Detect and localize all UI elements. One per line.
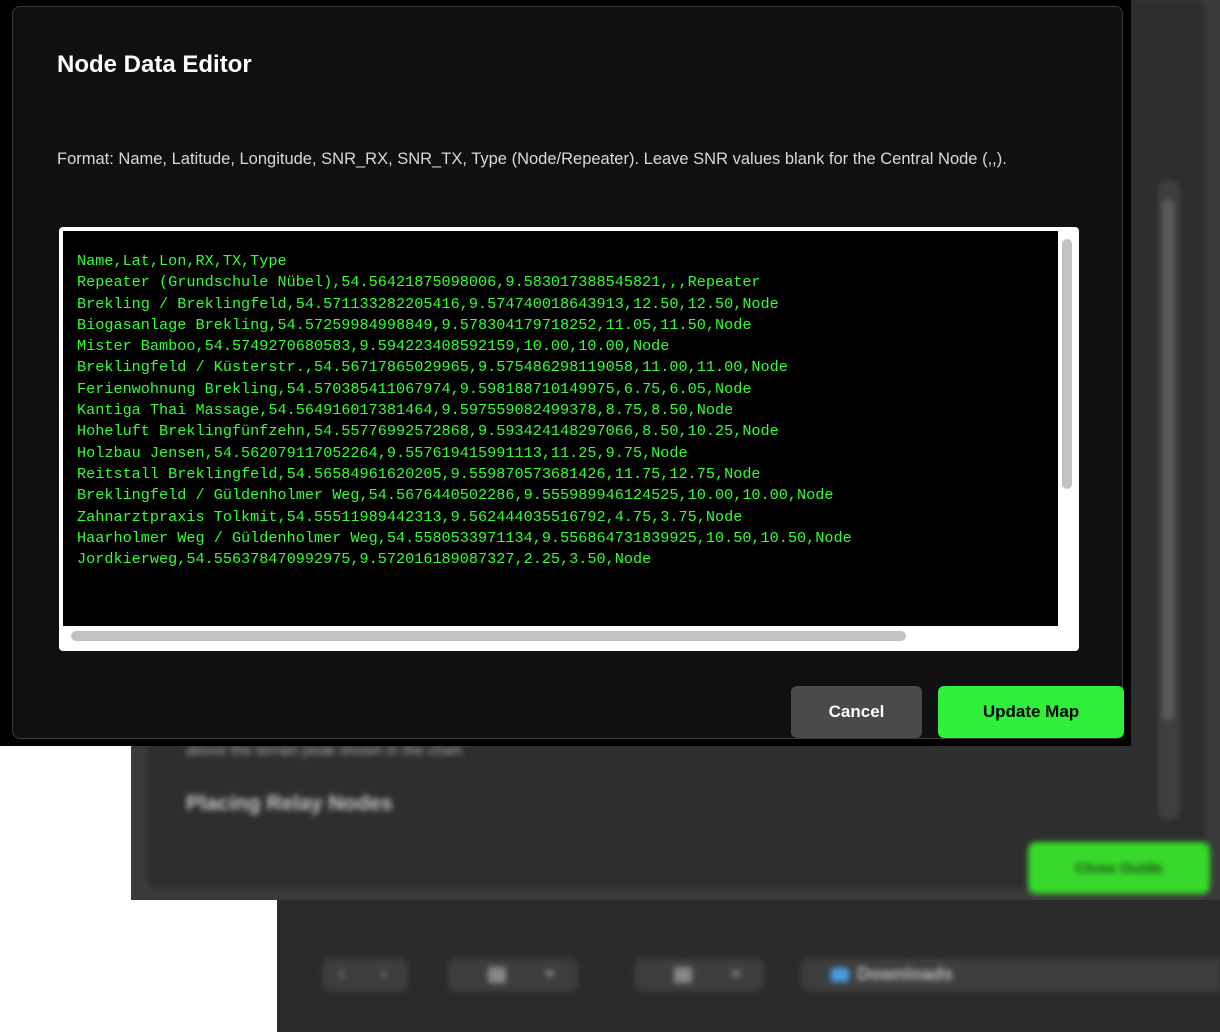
background-section-heading: Placing Relay Nodes bbox=[186, 792, 393, 815]
finder-group-toggle bbox=[634, 958, 764, 992]
vertical-scroll-thumb[interactable] bbox=[1062, 239, 1072, 489]
editor-line: Brekling / Breklingfeld,54.5711332822054… bbox=[77, 294, 779, 313]
forward-arrow-icon: › bbox=[380, 960, 388, 985]
vertical-scrollbar[interactable] bbox=[1059, 231, 1075, 626]
editor-line: Reitstall Breklingfeld,54.56584961620205… bbox=[77, 464, 761, 483]
editor-line: Breklingfeld / Küsterstr.,54.56717865029… bbox=[77, 358, 788, 377]
textarea-content[interactable]: Name,Lat,Lon,RX,TX,Type Repeater (Grundsc… bbox=[63, 231, 1058, 626]
grid-view-icon bbox=[674, 967, 692, 983]
editor-line: Repeater (Grundschule Nübel),54.56421875… bbox=[77, 273, 761, 292]
editor-line: Jordkierweg,54.556378470992975,9.5720161… bbox=[77, 550, 652, 569]
update-map-button[interactable]: Update Map bbox=[938, 686, 1124, 738]
list-view-icon bbox=[488, 967, 506, 983]
modal-backdrop: Node Data Editor Format: Name, Latitude,… bbox=[0, 0, 1131, 746]
cancel-button[interactable]: Cancel bbox=[791, 686, 922, 738]
editor-line: Biogasanlage Brekling,54.57259984998849,… bbox=[77, 315, 752, 334]
folder-icon bbox=[831, 968, 849, 982]
finder-view-toggle bbox=[448, 958, 578, 992]
background-close-guide-button: Close Guide bbox=[1028, 842, 1210, 894]
finder-toolbar: ‹ › Downloads bbox=[277, 900, 1220, 1032]
node-data-lines[interactable]: Name,Lat,Lon,RX,TX,Type Repeater (Grundsc… bbox=[77, 251, 852, 570]
dialog-title: Node Data Editor bbox=[57, 51, 252, 78]
node-data-textarea[interactable]: Name,Lat,Lon,RX,TX,Type Repeater (Grundsc… bbox=[59, 227, 1079, 651]
format-description: Format: Name, Latitude, Longitude, SNR_R… bbox=[57, 150, 1007, 168]
finder-path-label: Downloads bbox=[857, 964, 954, 984]
chevron-down-icon bbox=[544, 971, 556, 978]
editor-line: Zahnarztpraxis Tolkmit,54.55511989442313… bbox=[77, 507, 743, 526]
chevron-down-icon bbox=[730, 971, 742, 978]
editor-line: Name,Lat,Lon,RX,TX,Type bbox=[77, 252, 287, 270]
horizontal-scrollbar[interactable] bbox=[63, 626, 1058, 647]
editor-line: Mister Bamboo,54.5749270680583,9.5942234… bbox=[77, 337, 670, 356]
editor-line: Kantiga Thai Massage,54.564916017381464,… bbox=[77, 401, 734, 420]
background-scroll-thumb bbox=[1162, 200, 1174, 720]
horizontal-scroll-thumb[interactable] bbox=[71, 631, 906, 641]
editor-line: Haarholmer Weg / Güldenholmer Weg,54.558… bbox=[77, 528, 852, 547]
editor-line: Hoheluft Breklingfünfzehn,54.55776992572… bbox=[77, 422, 779, 441]
finder-path-control: Downloads bbox=[801, 958, 1220, 992]
finder-nav-buttons: ‹ › bbox=[322, 958, 408, 992]
node-data-editor-dialog: Node Data Editor Format: Name, Latitude,… bbox=[12, 6, 1124, 739]
editor-line: Holzbau Jensen,54.562079117052264,9.5576… bbox=[77, 443, 688, 462]
back-arrow-icon: ‹ bbox=[338, 960, 346, 985]
editor-line: Breklingfeld / Güldenholmer Weg,54.56764… bbox=[77, 486, 834, 505]
editor-line: Ferienwohnung Brekling,54.57038541106797… bbox=[77, 379, 752, 398]
